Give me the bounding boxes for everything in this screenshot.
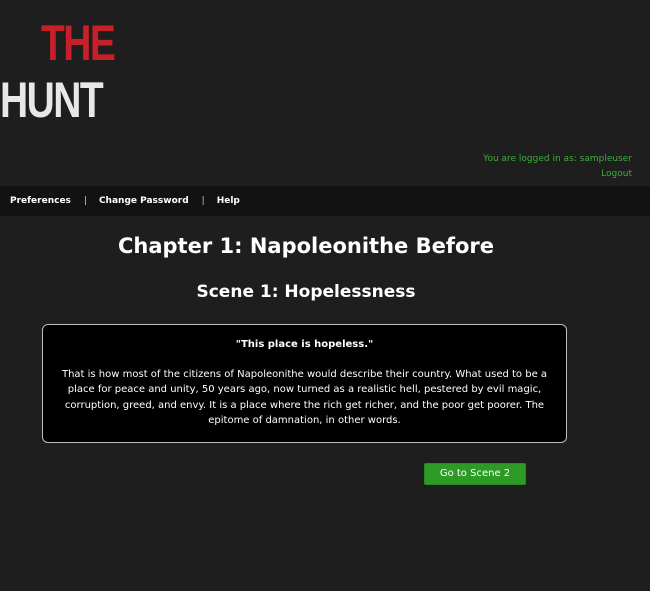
page: THE HUNT You are logged in as: sampleuse…: [0, 0, 650, 591]
nav-help[interactable]: Help: [217, 196, 240, 206]
main-navbar: Preferences | Change Password | Help: [0, 186, 650, 216]
scene-title: Scene 1: Hopelessness: [196, 282, 416, 302]
logo-hunt: HUNT: [0, 72, 104, 128]
logo-the: THE: [41, 15, 116, 71]
nav-separator: |: [83, 196, 87, 206]
next-scene-button[interactable]: Go to Scene 2: [424, 463, 526, 485]
site-logo[interactable]: THE HUNT: [0, 15, 116, 128]
nav-separator: |: [201, 196, 205, 206]
nav-change-password[interactable]: Change Password: [99, 196, 189, 206]
logged-in-text: You are logged in as: sampleuser: [483, 154, 632, 164]
login-info: You are logged in as: sampleuser Logout: [483, 152, 632, 182]
nav-preferences[interactable]: Preferences: [10, 196, 71, 206]
story-paragraph: That is how most of the citizens of Napo…: [61, 368, 548, 427]
chapter-title: Chapter 1: Napoleonithe Before: [117, 234, 494, 258]
story-box: "This place is hopeless." That is how mo…: [42, 324, 567, 443]
story-quote: "This place is hopeless.": [235, 339, 374, 350]
logout-link[interactable]: Logout: [483, 167, 632, 182]
